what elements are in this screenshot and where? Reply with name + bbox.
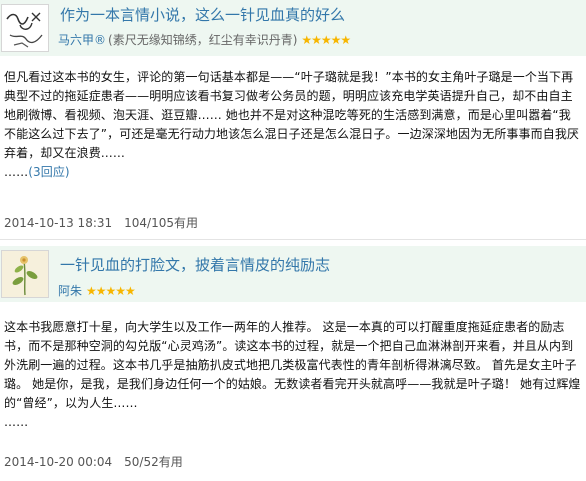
review-meta: 马六甲® (素尺无缘知锦绣，红尘有幸识丹青) ★★★★★: [58, 31, 351, 48]
review-text: 这本书我愿意打十星，向大学生以及工作一两年的人推荐。 这是一本真的可以打醒重度拖…: [4, 320, 581, 410]
review-text: 但凡看过这本书的女生，评论的第一句话基本都是——“叶子璐就是我！”本书的女主角叶…: [4, 70, 580, 160]
review-date: 2014-10-20 00:04: [4, 455, 113, 469]
useful-count: 50/52有用: [124, 455, 183, 469]
author-name[interactable]: 阿朱: [58, 284, 82, 298]
useful-count: 104/105有用: [124, 216, 198, 230]
author-name[interactable]: 马六甲®: [58, 33, 106, 47]
review-header: 作为一本言情小说，这么一针见血真的好么 马六甲® (素尺无缘知锦绣，红尘有幸识丹青…: [0, 0, 586, 56]
review-title[interactable]: 一针见血的打脸文，披着言情皮的纯励志: [60, 254, 330, 275]
review-date: 2014-10-13 18:31: [4, 216, 113, 230]
rating-stars: ★★★★★: [86, 284, 136, 298]
review-item: 作为一本言情小说，这么一针见血真的好么 马六甲® (素尺无缘知锦绣，红尘有幸识丹青…: [0, 0, 586, 234]
review-meta: 阿朱 ★★★★★: [58, 282, 136, 299]
review-body: 但凡看过这本书的女生，评论的第一句话基本都是——“叶子璐就是我！”本书的女主角叶…: [4, 68, 582, 182]
avatar[interactable]: [1, 250, 49, 298]
review-header: 一针见血的打脸文，披着言情皮的纯励志 阿朱 ★★★★★: [0, 246, 586, 302]
author-signature: (素尺无缘知锦绣，红尘有幸识丹青): [108, 33, 298, 47]
review-item: 一针见血的打脸文，披着言情皮的纯励志 阿朱 ★★★★★ 这本书我愿意打十星，向大学…: [0, 246, 586, 481]
avatar[interactable]: [1, 4, 49, 52]
ellipsis: ……: [4, 415, 29, 429]
divider: [0, 239, 586, 240]
review-body: 这本书我愿意打十星，向大学生以及工作一两年的人推荐。 这是一本真的可以打醒重度拖…: [4, 318, 582, 432]
rating-stars: ★★★★★: [301, 33, 351, 47]
review-footer: 2014-10-13 18:31 104/105有用: [4, 214, 198, 231]
review-footer: 2014-10-20 00:04 50/52有用: [4, 453, 183, 470]
review-title[interactable]: 作为一本言情小说，这么一针见血真的好么: [60, 4, 345, 25]
ellipsis: ……: [4, 165, 29, 179]
review-more-line: ……(3回应): [4, 163, 582, 182]
responses-link[interactable]: (3回应): [28, 165, 70, 179]
